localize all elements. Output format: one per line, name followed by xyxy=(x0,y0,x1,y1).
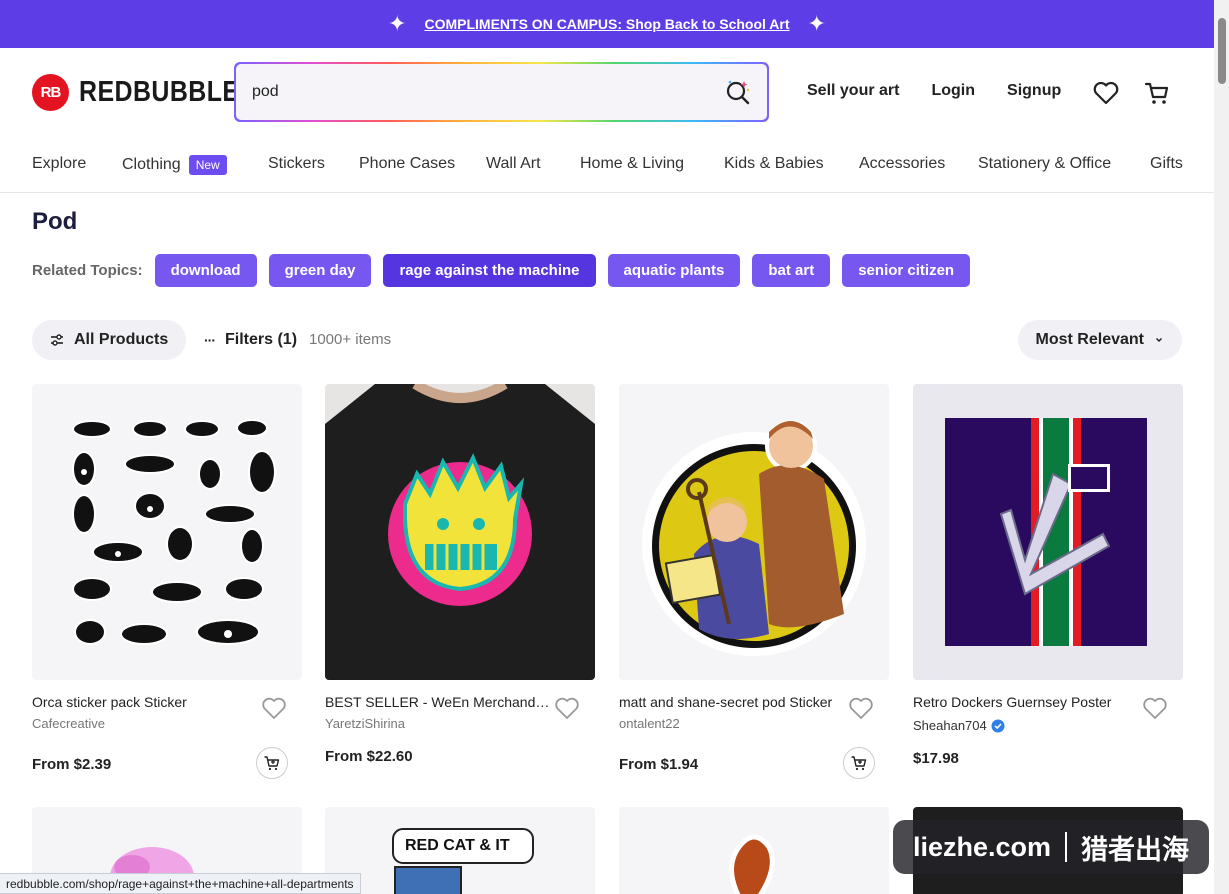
product-card[interactable]: Orca sticker pack Sticker Cafecreative F… xyxy=(32,384,302,779)
cart-plus-icon xyxy=(264,756,280,771)
nav-home-living[interactable]: Home & Living xyxy=(580,155,684,173)
new-badge: New xyxy=(188,155,227,175)
watermark: liezhe.com 猎者出海 xyxy=(893,820,1209,874)
nav-kids-babies[interactable]: Kids & Babies xyxy=(724,155,824,173)
product-image-matt-shane-sticker[interactable] xyxy=(619,384,889,680)
scrollbar-thumb[interactable] xyxy=(1218,18,1226,84)
product-card[interactable]: matt and shane-secret pod Sticker ontale… xyxy=(619,384,889,779)
nav-phone-cases[interactable]: Phone Cases xyxy=(359,155,455,173)
product-title[interactable]: matt and shane-secret pod Sticker xyxy=(619,694,844,710)
site-header: RB REDBUBBLE Sell your art Login Signup xyxy=(0,48,1214,138)
topic-chip[interactable]: bat art xyxy=(752,254,831,287)
related-topics-label: Related Topics: xyxy=(32,262,143,279)
nav-explore[interactable]: Explore xyxy=(32,155,86,173)
logo-wordmark: REDBUBBLE xyxy=(79,76,240,108)
sparkle-icon: ✦ xyxy=(388,11,407,36)
sort-dropdown[interactable]: Most Relevant xyxy=(1017,320,1182,360)
chevron-down-icon xyxy=(1155,337,1163,343)
filters-button[interactable]: ··· Filters (1) xyxy=(204,320,297,360)
sell-your-art-link[interactable]: Sell your art xyxy=(807,82,899,100)
product-card[interactable]: BEST SELLER - WeEn Merchandise Essential… xyxy=(325,384,595,765)
sparkle-icon: ✦ xyxy=(807,11,826,36)
browser-status-url: redbubble.com/shop/rage+against+the+mach… xyxy=(0,873,361,894)
more-dots-icon: ··· xyxy=(204,332,216,348)
heart-icon[interactable] xyxy=(1141,694,1169,722)
product-artist[interactable]: ontalent22 xyxy=(619,716,680,731)
nav-clothing[interactable]: Clothing New xyxy=(122,155,227,175)
nav-accessories[interactable]: Accessories xyxy=(859,155,945,173)
signup-link[interactable]: Signup xyxy=(1007,82,1061,100)
sliders-icon xyxy=(51,334,63,346)
nav-wall-art[interactable]: Wall Art xyxy=(486,155,541,173)
product-title[interactable]: Retro Dockers Guernsey Poster xyxy=(913,694,1138,710)
product-artist[interactable]: YaretziShirina xyxy=(325,716,405,731)
nav-stickers[interactable]: Stickers xyxy=(268,155,325,173)
product-artist[interactable]: Cafecreative xyxy=(32,716,105,731)
topic-chip[interactable]: rage against the machine xyxy=(383,254,596,287)
add-to-cart-button[interactable] xyxy=(256,747,288,779)
nav-gifts[interactable]: Gifts xyxy=(1150,155,1183,173)
search-input[interactable] xyxy=(252,83,723,101)
cart-icon[interactable] xyxy=(1142,78,1172,108)
related-topics: Related Topics: download green day rage … xyxy=(32,254,971,287)
product-image[interactable] xyxy=(619,807,889,894)
login-link[interactable]: Login xyxy=(931,82,975,100)
product-image-ween-tshirt[interactable] xyxy=(325,384,595,680)
product-title[interactable]: Orca sticker pack Sticker xyxy=(32,694,257,710)
product-image-dockers-poster[interactable] xyxy=(913,384,1183,680)
topic-chip[interactable]: green day xyxy=(268,254,372,287)
magic-search-icon[interactable] xyxy=(723,78,751,106)
add-to-cart-button[interactable] xyxy=(843,747,875,779)
heart-icon[interactable] xyxy=(847,694,875,722)
cart-plus-icon xyxy=(851,756,867,771)
heart-icon[interactable] xyxy=(553,694,581,722)
product-artist[interactable]: Sheahan704 xyxy=(913,718,1005,733)
verified-badge-icon xyxy=(991,719,1005,732)
category-nav: Explore Clothing New Stickers Phone Cases… xyxy=(0,138,1214,193)
product-image[interactable]: RED CAT & IT xyxy=(325,807,595,894)
topic-chip[interactable]: download xyxy=(154,254,257,287)
topic-chip[interactable]: senior citizen xyxy=(842,254,971,287)
all-products-button[interactable]: All Products xyxy=(32,320,187,360)
promo-link[interactable]: COMPLIMENTS ON CAMPUS: Shop Back to Scho… xyxy=(424,16,789,32)
results-toolbar: All Products ··· Filters (1) 1000+ items… xyxy=(32,320,1182,360)
product-price: $17.98 xyxy=(913,750,959,767)
product-price: From $22.60 xyxy=(325,748,413,765)
nav-stationery-office[interactable]: Stationery & Office xyxy=(978,155,1111,173)
page-title: Pod xyxy=(32,208,78,235)
product-image-orca-stickers[interactable] xyxy=(32,384,302,680)
result-count: 1000+ items xyxy=(309,331,392,348)
product-title[interactable]: BEST SELLER - WeEn Merchandise Essential… xyxy=(325,694,550,710)
promo-banner: ✦ COMPLIMENTS ON CAMPUS: Shop Back to Sc… xyxy=(0,0,1214,48)
product-price: From $1.94 xyxy=(619,756,699,773)
topic-chip[interactable]: aquatic plants xyxy=(607,254,741,287)
redbubble-logo[interactable]: RB REDBUBBLE xyxy=(32,74,266,111)
search-box xyxy=(234,62,769,122)
logo-badge: RB xyxy=(32,74,69,111)
heart-icon[interactable] xyxy=(260,694,288,722)
product-card[interactable]: Retro Dockers Guernsey Poster Sheahan704… xyxy=(913,384,1183,767)
sticker-caption: RED CAT & IT xyxy=(405,837,510,854)
page-scrollbar[interactable] xyxy=(1214,0,1229,894)
product-price: From $2.39 xyxy=(32,756,112,773)
wishlist-heart-icon[interactable] xyxy=(1091,78,1121,108)
